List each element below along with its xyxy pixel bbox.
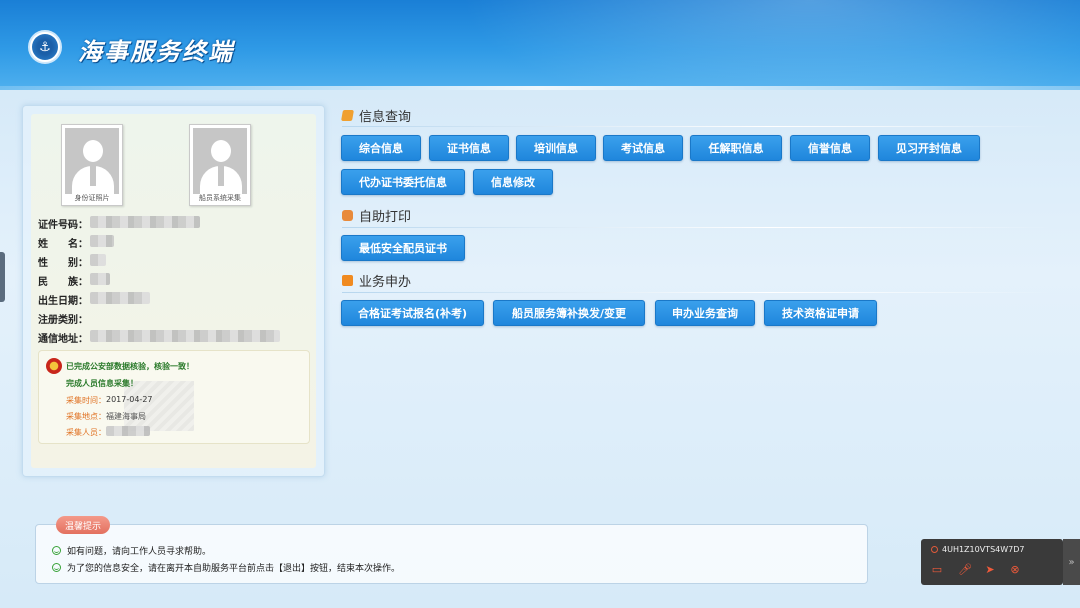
field-label-gender: 性 别： bbox=[38, 258, 88, 269]
microphone-icon[interactable]: 🎤︎ bbox=[958, 562, 972, 576]
id-card-photo: 身份证照片 bbox=[61, 124, 123, 206]
section-title-query: 信息查询 bbox=[341, 106, 412, 125]
app-header: ⚓ 海事服务终端 bbox=[0, 0, 1080, 90]
place-value: 福建海事局 bbox=[106, 412, 146, 421]
photo-caption: 船员系统采集 bbox=[199, 194, 241, 202]
btn-internship-info[interactable]: 见习开封信息 bbox=[878, 135, 980, 161]
verification-notice: 已完成公安部数据核验，核验一致！ 完成人员信息采集！ 采集时间： 2017-04… bbox=[38, 350, 310, 444]
smile-icon bbox=[52, 563, 61, 572]
folder-icon bbox=[341, 110, 354, 121]
remote-assist-widget: 4UH1Z10VTS4W7D7 ▭ 🎤︎ ➤ ⊗ bbox=[921, 539, 1063, 585]
field-label-registration: 注册类别： bbox=[38, 315, 88, 326]
document-icon bbox=[342, 275, 353, 286]
btn-certificate-info[interactable]: 证书信息 bbox=[429, 135, 509, 161]
section-title-text: 业务申办 bbox=[359, 275, 412, 290]
tip-text: 如有问题，请向工作人员寻求帮助。 bbox=[67, 547, 212, 557]
field-label-birthdate: 出生日期： bbox=[38, 296, 88, 307]
btn-training-info[interactable]: 培训信息 bbox=[516, 135, 596, 161]
verification-line-2: 完成人员信息采集！ bbox=[66, 379, 138, 388]
btn-min-safe-manning-certificate[interactable]: 最低安全配员证书 bbox=[341, 235, 465, 261]
smile-icon bbox=[52, 546, 61, 555]
avatar-placeholder-icon bbox=[211, 140, 231, 162]
btn-edit-info[interactable]: 信息修改 bbox=[473, 169, 553, 195]
national-emblem-icon bbox=[46, 358, 62, 374]
btn-exam-info[interactable]: 考试信息 bbox=[603, 135, 683, 161]
place-label: 采集地点： bbox=[66, 412, 106, 421]
section-title-business: 业务申办 bbox=[342, 271, 411, 290]
section-title-text: 信息查询 bbox=[359, 110, 412, 125]
tip-text: 为了您的信息安全，请在离开本自助服务平台前点击【退出】按钮，结束本次操作。 bbox=[67, 564, 401, 574]
btn-exam-registration[interactable]: 合格证考试报名(补考) bbox=[341, 300, 484, 326]
field-label-cert-no: 证件号码： bbox=[38, 220, 88, 231]
person-label: 采集人员： bbox=[66, 428, 106, 437]
btn-credit-info[interactable]: 信誉信息 bbox=[790, 135, 870, 161]
verification-line-1: 已完成公安部数据核验，核验一致！ bbox=[66, 362, 194, 371]
photo-caption: 身份证照片 bbox=[74, 194, 110, 202]
avatar-placeholder-icon bbox=[83, 140, 103, 162]
header-shine bbox=[460, 0, 1080, 90]
btn-comprehensive-info[interactable]: 综合信息 bbox=[341, 135, 421, 161]
redacted-value bbox=[90, 254, 106, 266]
tip-line: 如有问题，请向工作人员寻求帮助。 bbox=[52, 544, 211, 557]
field-label-name: 姓 名： bbox=[38, 239, 88, 250]
chevron-right-icon[interactable]: » bbox=[1063, 539, 1080, 585]
time-value: 2017-04-27 bbox=[106, 395, 153, 404]
person-icon bbox=[931, 546, 938, 553]
section-divider bbox=[342, 292, 1052, 293]
redacted-value bbox=[90, 292, 150, 304]
close-circle-icon[interactable]: ⊗ bbox=[1008, 562, 1022, 576]
btn-qualification-application[interactable]: 技术资格证申请 bbox=[764, 300, 877, 326]
redacted-value bbox=[90, 330, 280, 342]
btn-business-query[interactable]: 申办业务查询 bbox=[655, 300, 755, 326]
field-label-address: 通信地址： bbox=[38, 334, 88, 345]
chat-icon[interactable]: ▭ bbox=[930, 562, 944, 576]
cursor-icon[interactable]: ➤ bbox=[983, 562, 997, 576]
redacted-value bbox=[90, 273, 110, 285]
section-divider bbox=[342, 126, 1052, 127]
side-drawer-handle[interactable] bbox=[0, 252, 5, 302]
printer-icon bbox=[342, 210, 353, 221]
btn-proxy-certificate-info[interactable]: 代办证书委托信息 bbox=[341, 169, 465, 195]
redacted-value bbox=[90, 235, 114, 247]
crew-system-photo: 船员系统采集 bbox=[189, 124, 251, 206]
anchor-emblem-icon: ⚓ bbox=[28, 30, 62, 64]
session-id-text: 4UH1Z10VTS4W7D7 bbox=[942, 545, 1025, 554]
tip-line: 为了您的信息安全，请在离开本自助服务平台前点击【退出】按钮，结束本次操作。 bbox=[52, 561, 400, 574]
time-label: 采集时间： bbox=[66, 396, 106, 405]
remote-session-id: 4UH1Z10VTS4W7D7 bbox=[931, 545, 1025, 554]
btn-appointment-info[interactable]: 任解职信息 bbox=[690, 135, 782, 161]
app-title: 海事服务终端 bbox=[78, 38, 234, 66]
field-label-ethnicity: 民 族： bbox=[38, 277, 88, 288]
section-divider bbox=[342, 227, 1052, 228]
btn-service-book-renewal[interactable]: 船员服务簿补换发/变更 bbox=[493, 300, 645, 326]
redacted-value bbox=[90, 216, 200, 228]
section-title-print: 自助打印 bbox=[342, 206, 411, 225]
redacted-value bbox=[106, 426, 150, 436]
tips-tag: 温馨提示 bbox=[56, 516, 110, 534]
section-title-text: 自助打印 bbox=[359, 210, 412, 225]
